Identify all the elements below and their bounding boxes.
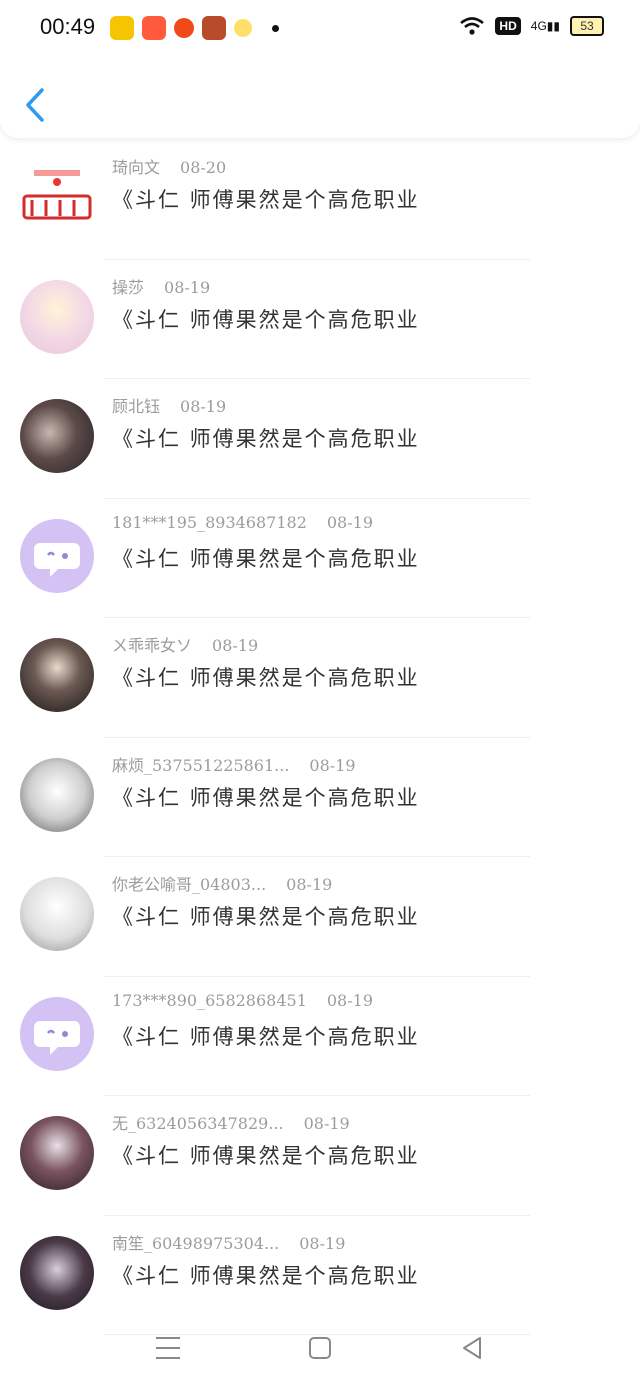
- nav-bar: [0, 1310, 640, 1387]
- app-icon-store: [142, 16, 166, 40]
- comment-date: 08-19: [303, 1114, 350, 1133]
- app-icon-chat: [234, 19, 252, 37]
- menu-icon[interactable]: [148, 1330, 188, 1366]
- comment-text[interactable]: 《斗仁 师傅果然是个高危职业: [112, 304, 420, 334]
- username[interactable]: 顾北钰: [112, 397, 160, 416]
- avatar[interactable]: [20, 160, 94, 234]
- comment-date: 08-19: [286, 875, 333, 894]
- username[interactable]: 南笙_60498975304...: [112, 1234, 279, 1253]
- comment-list: 琦向文 08-20 《斗仁 师傅果然是个高危职业 操莎 08-19 《斗仁 师傅果然是个高…: [0, 140, 640, 1335]
- comment-meta: 麻烦_537551225861... 08-19: [112, 752, 356, 776]
- comment-meta: 琦向文 08-20: [112, 154, 226, 178]
- comment-date: 08-19: [180, 397, 227, 416]
- comment-text[interactable]: 《斗仁 师傅果然是个高危职业: [112, 423, 420, 453]
- back-nav-icon[interactable]: [452, 1330, 492, 1366]
- comment-text[interactable]: 《斗仁 师傅果然是个高危职业: [112, 782, 420, 812]
- home-icon[interactable]: [300, 1330, 340, 1366]
- comment-meta: 顾北钰 08-19: [112, 393, 226, 417]
- app-icon-seven: [110, 16, 134, 40]
- comment-item[interactable]: 你老公喻哥_04803... 08-19 《斗仁 师傅果然是个高危职业: [0, 857, 640, 977]
- comment-meta: 操莎 08-19: [112, 274, 210, 298]
- username[interactable]: 你老公喻哥_04803...: [112, 875, 266, 894]
- username[interactable]: 173***890_6582868451: [112, 991, 307, 1010]
- comment-meta: 无_6324056347829... 08-19: [112, 1110, 350, 1134]
- comment-item[interactable]: 琦向文 08-20 《斗仁 师傅果然是个高危职业: [0, 140, 640, 260]
- username[interactable]: 麻烦_537551225861...: [112, 756, 289, 775]
- comment-meta: 181***195_8934687182 08-19: [112, 513, 373, 532]
- notification-icons: [110, 16, 279, 40]
- comment-text[interactable]: 《斗仁 师傅果然是个高危职业: [112, 1021, 420, 1051]
- comment-text[interactable]: 《斗仁 师傅果然是个高危职业: [112, 662, 420, 692]
- avatar[interactable]: [20, 877, 94, 951]
- status-bar: 00:49 HD 4G▮▮ 53: [0, 0, 640, 56]
- avatar[interactable]: [20, 996, 94, 1071]
- avatar[interactable]: [20, 518, 94, 593]
- comment-meta: 南笙_60498975304... 08-19: [112, 1230, 345, 1254]
- avatar[interactable]: [20, 638, 94, 712]
- app-icon-orange: [174, 18, 194, 38]
- comment-text[interactable]: 《斗仁 师傅果然是个高危职业: [112, 184, 420, 214]
- username[interactable]: 琦向文: [112, 158, 160, 177]
- avatar[interactable]: [20, 1235, 94, 1310]
- comment-date: 08-20: [180, 158, 227, 177]
- back-icon[interactable]: [22, 86, 50, 124]
- comment-item[interactable]: 操莎 08-19 《斗仁 师傅果然是个高危职业: [0, 260, 640, 379]
- comment-text[interactable]: 《斗仁 师傅果然是个高危职业: [112, 1140, 420, 1170]
- hd-badge: HD: [495, 17, 521, 35]
- app-logo-icon: [22, 170, 92, 220]
- avatar[interactable]: [20, 1116, 94, 1190]
- comment-item[interactable]: 181***195_8934687182 08-19 《斗仁 师傅果然是个高危职业: [0, 499, 640, 618]
- top-header: 00:49 HD 4G▮▮ 53: [0, 0, 640, 138]
- comment-date: 08-19: [309, 755, 356, 775]
- avatar[interactable]: [20, 399, 94, 473]
- comment-item[interactable]: 173***890_6582868451 08-19 《斗仁 师傅果然是个高危职业: [0, 977, 640, 1096]
- comment-item[interactable]: 无_6324056347829... 08-19 《斗仁 师傅果然是个高危职业: [0, 1096, 640, 1216]
- comment-date: 08-19: [212, 636, 259, 655]
- comment-date: 08-19: [326, 990, 373, 1010]
- battery-icon: 53: [570, 16, 604, 36]
- comment-date: 08-19: [326, 512, 373, 532]
- comment-date: 08-19: [164, 277, 211, 297]
- comment-text[interactable]: 《斗仁 师傅果然是个高危职业: [112, 1260, 420, 1290]
- more-notifications-dot: [272, 24, 279, 32]
- username[interactable]: 181***195_8934687182: [112, 513, 307, 532]
- system-indicators: HD 4G▮▮ 53: [459, 16, 604, 36]
- wifi-icon: [460, 17, 485, 35]
- comment-item[interactable]: 顾北钰 08-19 《斗仁 师傅果然是个高危职业: [0, 379, 640, 499]
- comment-meta: 你老公喻哥_04803... 08-19: [112, 871, 332, 895]
- comment-meta: 173***890_6582868451 08-19: [112, 991, 373, 1010]
- chat-bubble-icon: [34, 1020, 80, 1055]
- network-type: 4G: [530, 19, 547, 33]
- username[interactable]: 无_6324056347829...: [112, 1114, 284, 1133]
- comment-text[interactable]: 《斗仁 师傅果然是个高危职业: [112, 543, 420, 573]
- signal-icon: 4G▮▮: [530, 19, 560, 33]
- comment-date: 08-19: [299, 1233, 346, 1253]
- username[interactable]: 操莎: [112, 278, 144, 297]
- app-icon-game: [202, 16, 226, 40]
- comment-meta: ㄨ乖乖女ソ 08-19: [112, 632, 258, 656]
- avatar[interactable]: [20, 757, 94, 832]
- avatar[interactable]: [20, 279, 94, 354]
- comment-text[interactable]: 《斗仁 师傅果然是个高危职业: [112, 901, 420, 931]
- clock: 00:49: [40, 14, 96, 39]
- chat-bubble-icon: [34, 542, 80, 577]
- username[interactable]: ㄨ乖乖女ソ: [112, 636, 192, 655]
- comment-item[interactable]: ㄨ乖乖女ソ 08-19 《斗仁 师傅果然是个高危职业: [0, 618, 640, 738]
- comment-item[interactable]: 麻烦_537551225861... 08-19 《斗仁 师傅果然是个高危职业: [0, 738, 640, 857]
